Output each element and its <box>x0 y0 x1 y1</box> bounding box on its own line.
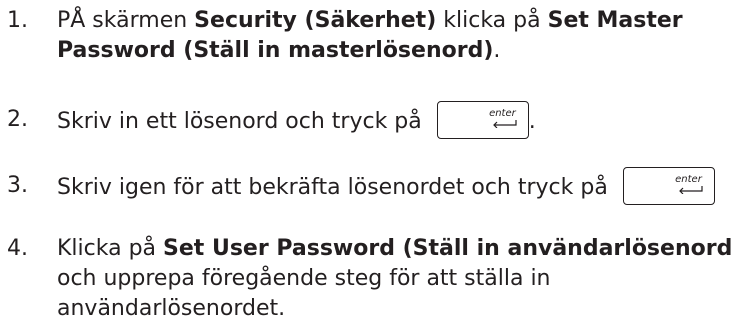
bold-term: Set User Password (Ställ in användarlöse… <box>163 236 731 261</box>
bold-term: Set Master <box>547 8 683 33</box>
return-arrow-icon <box>678 186 703 194</box>
text-run: . <box>528 109 536 134</box>
enter-key-icon: enter <box>622 167 715 205</box>
enter-key-label: enter <box>675 174 702 185</box>
step-text: Skriv in ett lösenord och tryck på enter… <box>57 101 536 139</box>
step-text: Klicka på Set User Password (Ställ in an… <box>57 234 731 324</box>
step-text: Skriv igen för att bekräfta lösenordet o… <box>57 167 715 205</box>
step-line: Klicka på Set User Password (Ställ in an… <box>57 234 731 264</box>
text-run: Skriv in ett lösenord och tryck på <box>57 109 429 134</box>
bold-term: Password (Ställ in masterlösenord) <box>57 38 494 63</box>
text-run: PÅ skärmen <box>57 8 195 33</box>
step-line: Password (Ställ in masterlösenord). <box>57 36 683 66</box>
step-number: 2. <box>7 107 28 132</box>
text-run: Klicka på <box>57 236 164 261</box>
step-line: PÅ skärmen Security (Säkerhet) klicka på… <box>57 6 683 36</box>
text-run: . <box>493 38 501 63</box>
step-line: och upprepa föregående steg för att stäl… <box>57 264 731 294</box>
instruction-steps: 1. PÅ skärmen Security (Säkerhet) klicka… <box>0 0 731 335</box>
text-run: och upprepa föregående steg för att stäl… <box>57 266 551 291</box>
text-run: klicka på <box>436 8 548 33</box>
text-run: Skriv igen för att bekräfta lösenordet o… <box>57 175 615 200</box>
step-number: 3. <box>7 173 28 198</box>
step-line: användarlösenordet. <box>57 294 731 324</box>
step-line: Skriv igen för att bekräfta lösenordet o… <box>57 167 715 205</box>
bold-term: Security (Säkerhet) <box>194 8 437 33</box>
enter-key-label: enter <box>489 108 516 119</box>
enter-key-icon: enter <box>436 101 529 139</box>
text-run: användarlösenordet. <box>57 296 286 321</box>
step-number: 4. <box>7 236 28 261</box>
step-number: 1. <box>7 8 28 33</box>
step-text: PÅ skärmen Security (Säkerhet) klicka på… <box>57 6 683 66</box>
step-line: Skriv in ett lösenord och tryck på enter… <box>57 101 536 139</box>
return-arrow-icon <box>492 120 517 128</box>
